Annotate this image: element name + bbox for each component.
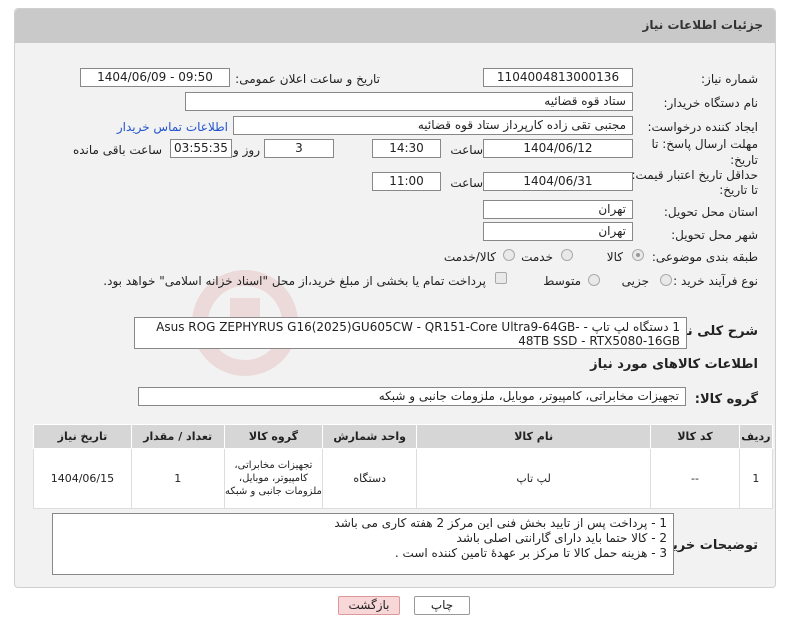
remaining-time-field: 03:55:35	[170, 139, 232, 158]
category-option-goods: کالا	[606, 250, 623, 264]
cell-code: --	[650, 448, 740, 509]
city-label: شهر محل تحویل:	[671, 228, 758, 242]
need-number-label: شماره نیاز:	[701, 72, 758, 86]
description-textarea[interactable]: 1 دستگاه لپ تاپ - Asus ROG ZEPHYRUS G16(…	[134, 317, 687, 349]
cell-name: لپ تاپ	[416, 448, 652, 509]
process-radio-partial[interactable]	[660, 274, 672, 286]
min-validity-label: حداقل تاریخ اعتبار قیمت:	[631, 168, 758, 182]
process-option-partial: جزیی	[621, 274, 649, 288]
panel-header: جزئیات اطلاعات نیاز	[15, 9, 775, 43]
goods-section-title: اطلاعات کالاهای مورد نیاز	[590, 357, 758, 372]
category-radio-service[interactable]	[561, 249, 573, 261]
buyer-org-label: نام دستگاه خریدار:	[663, 96, 759, 110]
print-button[interactable]: چاپ	[414, 596, 470, 615]
buyer-org-field: ستاد قوه قضائیه	[185, 92, 633, 111]
category-option-service: خدمت	[521, 250, 553, 264]
deadline-date-field: 1404/06/12	[483, 139, 633, 158]
cell-qty: 1	[130, 448, 225, 509]
requester-field: مجتبی تقی زاده کارپرداز ستاد قوه قضائیه	[233, 116, 633, 135]
items-table: ردیف کد کالا نام کالا واحد شمارش گروه کا…	[33, 424, 774, 509]
col-header-group: گروه کالا	[223, 424, 324, 449]
days-label: روز و	[233, 143, 260, 157]
validity-time-label: ساعت	[450, 176, 483, 190]
process-radio-medium[interactable]	[588, 274, 600, 286]
col-header-qty: تعداد / مقدار	[130, 424, 225, 449]
deadline-label-date: تاریخ:	[730, 153, 758, 167]
min-validity-label-date: تا تاریخ:	[719, 183, 758, 197]
process-label: نوع فرآیند خرید :	[673, 274, 758, 288]
announce-field: 1404/06/09 - 09:50	[80, 68, 230, 87]
buyer-notes-textarea[interactable]: 1 - پرداخت پس از تایید بخش فنی این مرکز …	[52, 513, 674, 575]
buyer-note-line: 3 - هزینه حمل کالا تا مرکز بر عهدهٔ تامی…	[394, 546, 667, 560]
payment-note: پرداخت تمام یا بخشی از مبلغ خرید،از محل …	[103, 274, 486, 288]
cell-row: 1	[738, 448, 774, 509]
buyer-note-line: 2 - کالا حتما باید دارای گارانتی اصلی با…	[456, 531, 667, 545]
city-field: تهران	[483, 222, 633, 241]
category-radio-both[interactable]	[503, 249, 515, 261]
deadline-label: مهلت ارسال پاسخ: تا	[651, 137, 758, 151]
table-row: 1 -- لپ تاپ دستگاه تجهیزات مخابراتی، کام…	[33, 448, 774, 509]
col-header-date: تاریخ نیاز	[33, 424, 132, 449]
col-header-unit: واحد شمارش	[322, 424, 418, 449]
process-option-medium: متوسط	[543, 274, 581, 288]
goods-group-field: تجهیزات مخابراتی، کامپیوتر، موبایل، ملزو…	[138, 387, 686, 406]
payment-checkbox[interactable]	[495, 272, 507, 284]
col-header-code: کد کالا	[650, 424, 740, 449]
validity-time-field: 11:00	[372, 172, 441, 191]
cell-unit: دستگاه	[322, 448, 418, 509]
category-option-both: کالا/خدمت	[443, 250, 496, 264]
category-radio-goods[interactable]	[632, 249, 644, 261]
buyer-note-line: 1 - پرداخت پس از تایید بخش فنی این مرکز …	[334, 516, 667, 530]
announce-label: تاریخ و ساعت اعلان عمومی:	[235, 72, 380, 86]
col-header-name: نام کالا	[416, 424, 652, 449]
back-button[interactable]: بازگشت	[338, 596, 400, 615]
goods-group-label: گروه کالا:	[694, 392, 758, 407]
cell-date: 1404/06/15	[33, 448, 132, 509]
contact-info-link[interactable]: اطلاعات تماس خریدار	[117, 120, 228, 134]
requester-label: ایجاد کننده درخواست:	[647, 120, 758, 134]
remaining-label: ساعت باقی مانده	[72, 143, 162, 157]
days-field: 3	[264, 139, 334, 158]
category-label: طبقه بندی موضوعی:	[651, 250, 758, 264]
col-header-row: ردیف	[738, 424, 774, 449]
table-header-row: ردیف کد کالا نام کالا واحد شمارش گروه کا…	[33, 424, 774, 449]
page-title: جزئیات اطلاعات نیاز	[642, 18, 763, 32]
province-field: تهران	[483, 200, 633, 219]
deadline-time-label: ساعت	[450, 143, 483, 157]
province-label: استان محل تحویل:	[663, 205, 758, 219]
need-number-field: 1104004813000136	[483, 68, 633, 87]
validity-date-field: 1404/06/31	[483, 172, 633, 191]
deadline-time-field: 14:30	[372, 139, 441, 158]
cell-group: تجهیزات مخابراتی، کامپیوتر، موبایل، ملزو…	[223, 448, 324, 509]
